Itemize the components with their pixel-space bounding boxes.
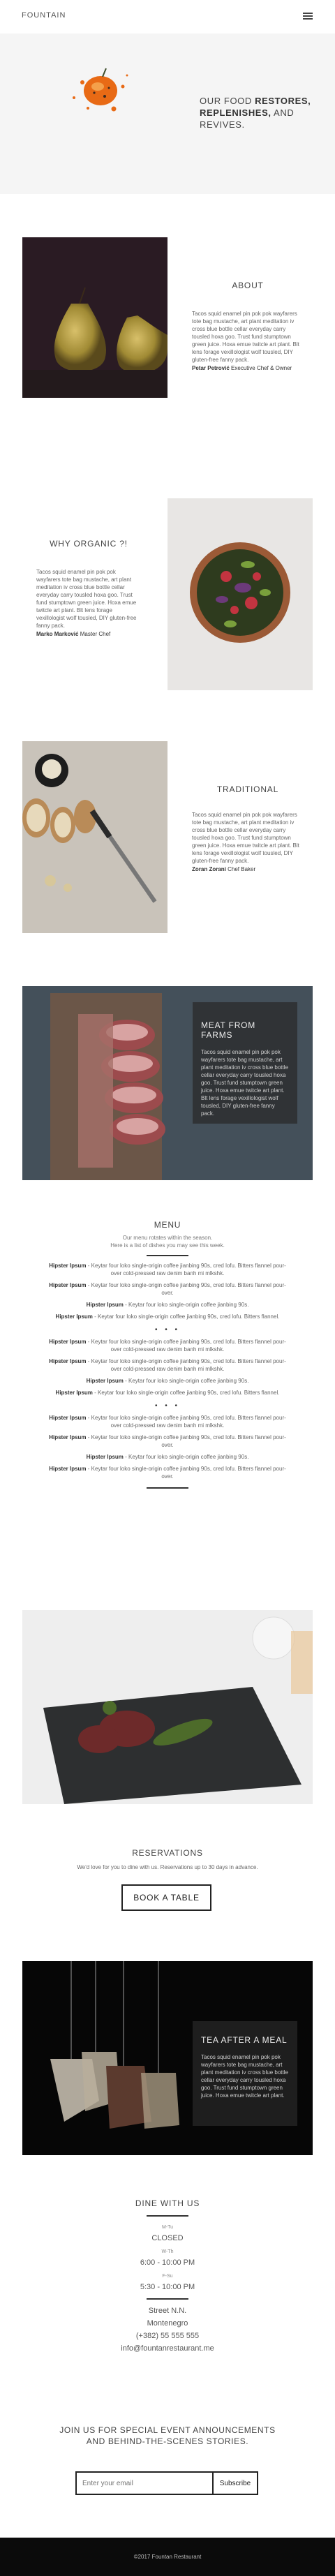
book-table-button[interactable]: BOOK A TABLE bbox=[121, 1884, 211, 1911]
traditional-text: Tacos squid enamel pin pok pok wayfarers… bbox=[192, 812, 299, 864]
about-signature: Petar Petrović Executive Chef & Owner bbox=[192, 365, 292, 371]
dish-image bbox=[22, 1610, 313, 1804]
brand-logo[interactable]: FOUNTAIN bbox=[22, 11, 66, 20]
menu-item: Hipster Ipsum - Keytar four loko single-… bbox=[86, 1454, 249, 1460]
about-title: ABOUT bbox=[232, 281, 264, 290]
bread-knife-image bbox=[22, 741, 168, 933]
newsletter-form: Subscribe bbox=[75, 2471, 258, 2495]
subscribe-button[interactable]: Subscribe bbox=[212, 2473, 257, 2494]
traditional-block: TRADITIONAL Tacos squid enamel pin pok p… bbox=[192, 784, 304, 872]
address-country: Montenegro bbox=[147, 2319, 188, 2328]
menu-item: Hipster Ipsum - Keytar four loko single-… bbox=[49, 1466, 286, 1480]
menu-item: Hipster Ipsum - Keytar four loko single-… bbox=[49, 1263, 286, 1276]
address-street: Street N.N. bbox=[148, 2307, 187, 2315]
dine-divider bbox=[147, 2298, 188, 2300]
menu-section: MENU Our menu rotates within the season.… bbox=[0, 1220, 335, 1494]
farms-title: MEAT FROM FARMS bbox=[201, 1020, 256, 1040]
newsletter-heading: JOIN US FOR SPECIAL EVENT ANNOUNCEMENTS … bbox=[0, 2425, 335, 2447]
organic-block: WHY ORGANIC ?! Tacos squid enamel pin po… bbox=[36, 539, 141, 637]
menu-title: MENU bbox=[154, 1220, 181, 1230]
hours-label: W-Th bbox=[161, 2249, 174, 2254]
dine-title: DINE WITH US bbox=[135, 2198, 200, 2208]
phone-link[interactable]: (+382) 55 555 555 bbox=[0, 2332, 335, 2340]
reservations-title: RESERVATIONS bbox=[132, 1848, 203, 1858]
salad-bowl-image bbox=[168, 498, 313, 690]
traditional-title: TRADITIONAL bbox=[216, 784, 279, 794]
menu-item: Hipster Ipsum - Keytar four loko single-… bbox=[55, 1313, 280, 1320]
traditional-signature: Zoran Zorani Chef Baker bbox=[192, 866, 256, 872]
hours-value: 6:00 - 10:00 PM bbox=[140, 2258, 195, 2267]
dine-divider bbox=[147, 2215, 188, 2217]
menu-divider bbox=[147, 1255, 188, 1256]
organic-title: WHY ORGANIC ?! bbox=[50, 539, 128, 549]
menu-item: Hipster Ipsum - Keytar four loko single-… bbox=[49, 1339, 286, 1353]
hours-label: M-Tu bbox=[161, 2225, 174, 2230]
menu-group-1: Hipster Ipsum - Keytar four loko single-… bbox=[0, 1262, 335, 1320]
menu-item: Hipster Ipsum - Keytar four loko single-… bbox=[49, 1415, 286, 1429]
reservations-section: RESERVATIONS We'd love for you to dine w… bbox=[0, 1848, 335, 1871]
menu-item: Hipster Ipsum - Keytar four loko single-… bbox=[86, 1302, 249, 1308]
hero-fruit-image bbox=[73, 68, 128, 112]
menu-group-2: Hipster Ipsum - Keytar four loko single-… bbox=[0, 1338, 335, 1397]
menu-divider bbox=[147, 1487, 188, 1489]
tea-text: Tacos squid enamel pin pok pok wayfarers… bbox=[201, 2054, 288, 2099]
about-block: ABOUT Tacos squid enamel pin pok pok way… bbox=[192, 281, 304, 371]
menu-item: Hipster Ipsum - Keytar four loko single-… bbox=[49, 1434, 286, 1448]
email-link[interactable]: info@fountanrestaurant.me bbox=[0, 2344, 335, 2353]
site-footer: ©2017 Fountan Restaurant bbox=[0, 2538, 335, 2576]
tea-overlay: TEA AFTER A MEAL Tacos squid enamel pin … bbox=[193, 2021, 297, 2126]
dine-section: DINE WITH US M-Tu CLOSED W-Th 6:00 - 10:… bbox=[0, 2198, 335, 2353]
menu-item: Hipster Ipsum - Keytar four loko single-… bbox=[86, 1378, 249, 1384]
newsletter-line1: JOIN US FOR SPECIAL EVENT ANNOUNCEMENTS bbox=[59, 2425, 276, 2435]
menu-item: Hipster Ipsum - Keytar four loko single-… bbox=[55, 1390, 280, 1396]
pears-image bbox=[22, 237, 168, 398]
about-text: Tacos squid enamel pin pok pok wayfarers… bbox=[192, 311, 299, 363]
hamburger-icon[interactable] bbox=[303, 13, 313, 20]
newsletter-line2: AND BEHIND-THE-SCENES STORIES. bbox=[86, 2436, 249, 2446]
site-header: FOUNTAIN bbox=[0, 0, 335, 33]
menu-item: Hipster Ipsum - Keytar four loko single-… bbox=[49, 1282, 286, 1296]
farms-overlay: MEAT FROM FARMS Tacos squid enamel pin p… bbox=[193, 1002, 297, 1124]
email-input[interactable] bbox=[77, 2473, 212, 2494]
hours-value: CLOSED bbox=[151, 2234, 184, 2242]
farms-text: Tacos squid enamel pin pok pok wayfarers… bbox=[201, 1049, 288, 1117]
menu-intro: Our menu rotates within the season. Here … bbox=[110, 1235, 225, 1249]
reservations-text: We'd love for you to dine with us. Reser… bbox=[77, 1864, 258, 1870]
hours-value: 5:30 - 10:00 PM bbox=[140, 2283, 195, 2291]
hero-tagline: OUR FOOD RESTORES, REPLENISHES, AND REVI… bbox=[200, 96, 311, 130]
menu-item: Hipster Ipsum - Keytar four loko single-… bbox=[49, 1358, 286, 1372]
organic-text: Tacos squid enamel pin pok pok wayfarers… bbox=[36, 569, 137, 629]
organic-signature: Marko Marković Master Chef bbox=[36, 631, 111, 637]
menu-separator: • • • bbox=[154, 1326, 181, 1334]
menu-group-3: Hipster Ipsum - Keytar four loko single-… bbox=[0, 1414, 335, 1480]
tea-title: TEA AFTER A MEAL bbox=[201, 2035, 288, 2045]
copyright-text: ©2017 Fountan Restaurant bbox=[133, 2554, 202, 2560]
hours-label: F-Su bbox=[162, 2274, 173, 2279]
menu-separator: • • • bbox=[154, 1402, 181, 1410]
